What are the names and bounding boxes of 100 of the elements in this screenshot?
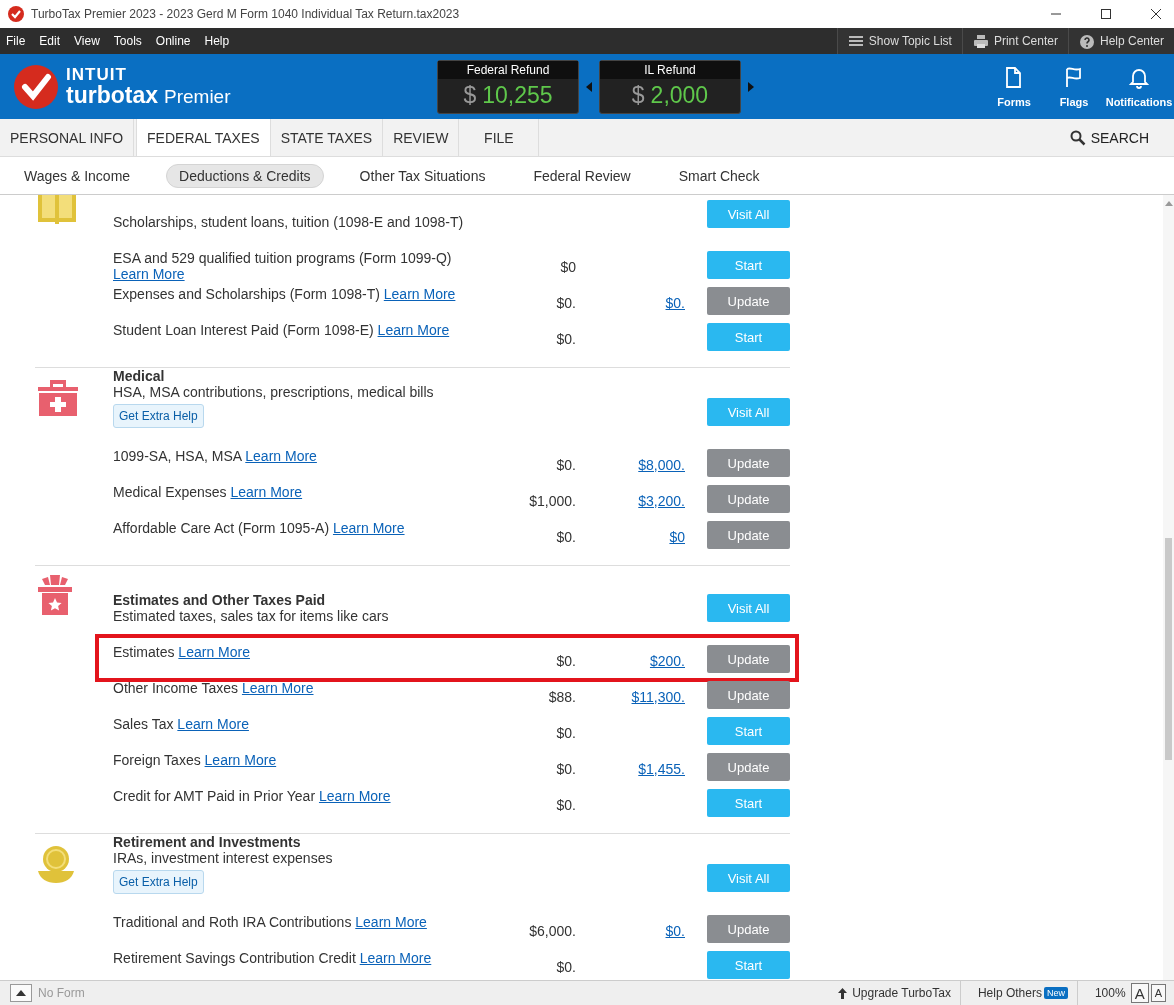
current-amount-link[interactable]: $1,455. bbox=[638, 761, 685, 777]
update-button[interactable]: Update bbox=[707, 449, 790, 477]
arrow-up-icon bbox=[838, 987, 848, 999]
close-icon[interactable] bbox=[1150, 8, 1162, 20]
learn-more-link[interactable]: Learn More bbox=[230, 484, 303, 500]
learn-more-link[interactable]: Learn More bbox=[359, 950, 432, 966]
prior-year-amount: $88. bbox=[547, 688, 576, 705]
prior-year-amount: $0. bbox=[555, 796, 576, 813]
learn-more-link[interactable]: Learn More bbox=[241, 680, 314, 696]
item-label: Expenses and Scholarships (Form 1098-T) Learn More bbox=[113, 285, 457, 302]
get-extra-help-button[interactable]: Get Extra Help bbox=[113, 404, 204, 428]
menu-item[interactable]: Edit bbox=[39, 34, 61, 48]
help-center-button[interactable]: Help Center bbox=[1067, 28, 1174, 54]
help-others-link[interactable]: Help Others bbox=[977, 986, 1042, 1000]
prior-year-amount: $1,000. bbox=[528, 492, 576, 509]
form-name: No Form bbox=[38, 986, 85, 1000]
currency-sign: $ bbox=[631, 82, 645, 109]
window-title: TurboTax Premier 2023 - 2023 Gerd M Form 1040 Individual Tax Return.tax2023 bbox=[31, 7, 460, 21]
learn-more-link[interactable]: Learn More bbox=[113, 266, 185, 282]
current-amount-link[interactable]: $200. bbox=[649, 653, 685, 669]
learn-more-link[interactable]: Learn More bbox=[177, 716, 249, 732]
scrollbar[interactable] bbox=[1163, 195, 1174, 980]
subnav-tab[interactable]: Deductions & Credits bbox=[166, 163, 324, 188]
learn-more-link[interactable]: Learn More bbox=[178, 644, 250, 660]
subnav-tab[interactable]: Wages & Income bbox=[12, 164, 143, 187]
search-button[interactable]: SEARCH bbox=[1063, 119, 1155, 156]
check-logo-icon bbox=[14, 64, 58, 109]
update-button[interactable]: Update bbox=[707, 753, 790, 781]
get-extra-help-button[interactable]: Get Extra Help bbox=[113, 870, 204, 894]
item-label: Retirement Savings Contribution Credit Learn More bbox=[113, 949, 433, 966]
subnav-tab[interactable]: Other Tax Situations bbox=[347, 164, 498, 187]
scroll-up-icon bbox=[1164, 201, 1173, 206]
prior-year-amount: $0. bbox=[555, 724, 576, 741]
forms-button[interactable]: Forms bbox=[984, 65, 1044, 108]
menu-item[interactable]: File bbox=[6, 34, 26, 48]
list-center-button[interactable]: Show Topic List bbox=[836, 28, 962, 54]
tab[interactable]: FEDERAL TAXES bbox=[136, 119, 271, 156]
refund-amount: 2,000 bbox=[650, 82, 709, 109]
learn-more-link[interactable]: Learn More bbox=[204, 752, 277, 768]
subnav-tab[interactable]: Smart Check bbox=[666, 164, 772, 187]
menu-item[interactable]: Online bbox=[155, 34, 191, 48]
increase-font-button[interactable]: A bbox=[1130, 983, 1149, 1003]
section-title: Retirement and Investments bbox=[113, 834, 302, 850]
product-name: turbotax bbox=[66, 82, 158, 108]
update-button[interactable]: Update bbox=[707, 681, 790, 709]
learn-more-link[interactable]: Learn More bbox=[245, 448, 317, 464]
current-amount-link[interactable]: $3,200. bbox=[638, 493, 685, 509]
update-button[interactable]: Update bbox=[707, 645, 790, 673]
current-amount-link[interactable]: $0. bbox=[665, 923, 685, 939]
learn-more-link[interactable]: Learn More bbox=[318, 788, 391, 804]
book-icon bbox=[38, 195, 76, 224]
item-label: Estimates Learn More bbox=[113, 643, 251, 660]
section-description: HSA, MSA contributions, prescriptions, medical bills bbox=[113, 384, 435, 400]
caret-right-icon bbox=[748, 81, 754, 92]
current-amount-link[interactable]: $0 bbox=[669, 529, 685, 545]
printer-icon bbox=[972, 33, 989, 49]
notifications-button[interactable]: Notifications bbox=[1104, 65, 1174, 108]
print-center-button[interactable]: Print Center bbox=[961, 28, 1068, 54]
update-button[interactable]: Update bbox=[707, 915, 790, 943]
refund-amount: 10,255 bbox=[482, 82, 553, 109]
learn-more-link[interactable]: Learn More bbox=[355, 914, 427, 930]
learn-more-link[interactable]: Learn More bbox=[383, 286, 456, 302]
section-description: Estimated taxes, sales tax for items like cars bbox=[113, 608, 390, 624]
upgrade-button[interactable]: Upgrade TurboTax bbox=[829, 986, 960, 1000]
expand-form-button[interactable] bbox=[10, 984, 32, 1002]
item-label: Other Income Taxes Learn More bbox=[113, 679, 315, 696]
item-label: ESA and 529 qualified tuition programs (Form 1099-Q) Learn More bbox=[113, 249, 453, 282]
coin-in-hand-icon bbox=[38, 845, 74, 883]
update-button[interactable]: Update bbox=[707, 287, 790, 315]
item-label: Affordable Care Act (Form 1095-A) Learn More bbox=[113, 519, 406, 536]
maximize-icon[interactable] bbox=[1100, 8, 1112, 20]
menu-item[interactable]: Help bbox=[204, 34, 230, 48]
learn-more-link[interactable]: Learn More bbox=[332, 520, 405, 536]
section-title: Medical bbox=[113, 368, 166, 384]
app-logo-icon bbox=[8, 6, 24, 22]
first-aid-kit-icon bbox=[38, 380, 78, 416]
update-button[interactable]: Update bbox=[707, 521, 790, 549]
item-label: Medical Expenses Learn More bbox=[113, 483, 304, 500]
box-with-star-icon bbox=[38, 575, 72, 615]
flags-button[interactable]: Flags bbox=[1044, 65, 1104, 108]
caret-left-icon bbox=[586, 81, 592, 92]
current-amount-link[interactable]: $8,000. bbox=[638, 457, 685, 473]
help-icon bbox=[1078, 33, 1095, 49]
current-amount-link[interactable]: $11,300. bbox=[631, 689, 685, 705]
zoom-level: 100% bbox=[1094, 986, 1126, 1000]
menu-item[interactable]: Tools bbox=[113, 34, 142, 48]
scrollbar-thumb[interactable] bbox=[1165, 538, 1172, 760]
decrease-font-button[interactable]: A bbox=[1150, 984, 1166, 1002]
section-description: Scholarships, student loans, tuition (1098-E and 1098-T) bbox=[113, 214, 465, 230]
menu-item[interactable]: View bbox=[74, 34, 100, 48]
prior-year-amount: $0 bbox=[559, 258, 576, 275]
learn-more-link[interactable]: Learn More bbox=[377, 322, 450, 338]
prior-year-amount: $0. bbox=[555, 330, 576, 347]
current-amount-link[interactable]: $0. bbox=[665, 295, 685, 311]
item-label: Credit for AMT Paid in Prior Year Learn More bbox=[113, 787, 392, 804]
update-button[interactable]: Update bbox=[707, 485, 790, 513]
prior-year-amount: $0. bbox=[555, 958, 576, 975]
section-title: Estimates and Other Taxes Paid bbox=[113, 592, 327, 608]
subnav-tab[interactable]: Federal Review bbox=[521, 164, 643, 187]
company-name: INTUIT bbox=[66, 66, 128, 83]
